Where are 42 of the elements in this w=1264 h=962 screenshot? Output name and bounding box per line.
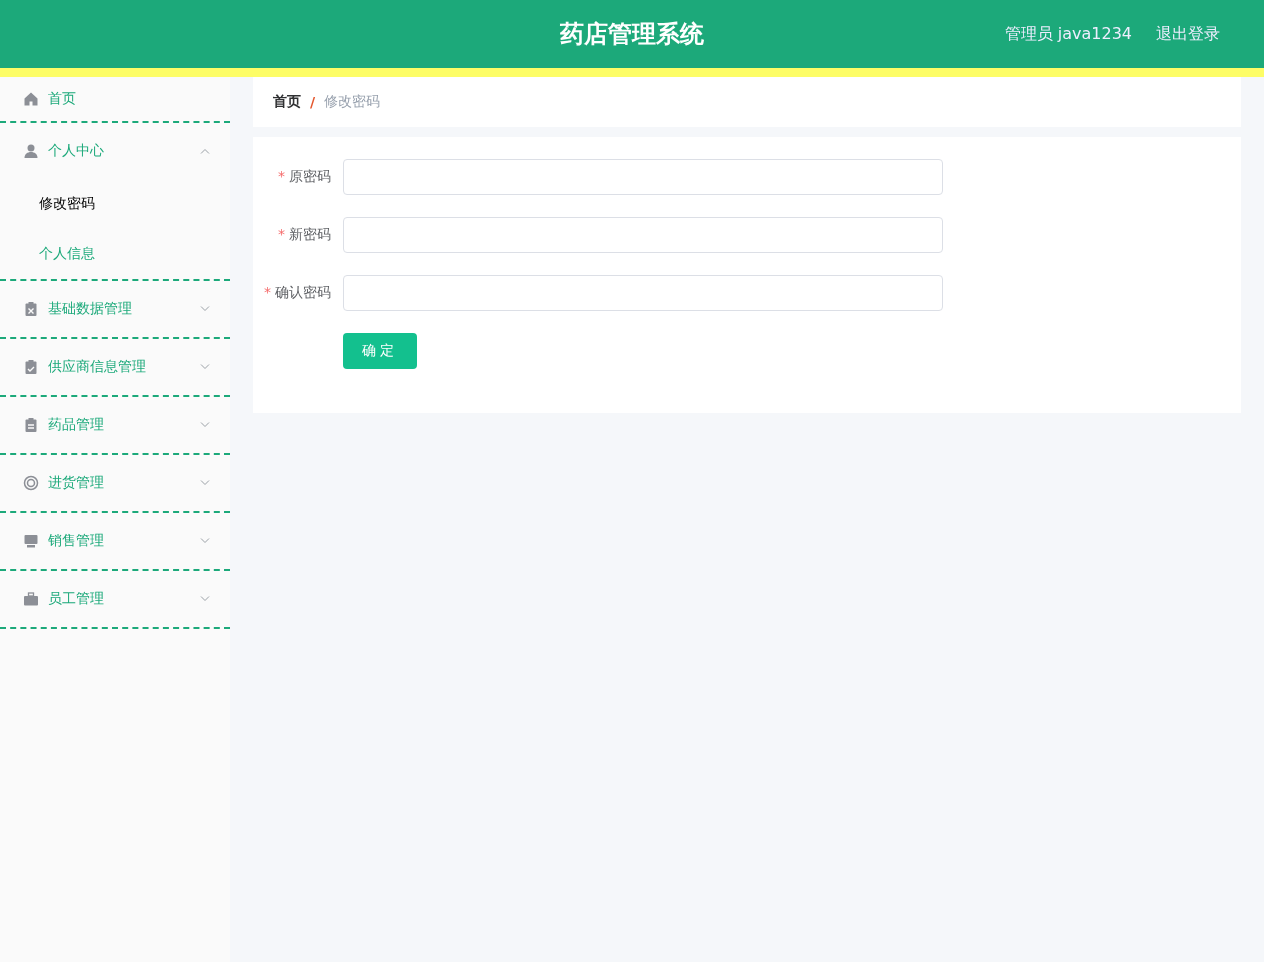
required-mark: * <box>278 226 285 242</box>
menu-item[interactable]: 首页 <box>0 77 230 121</box>
menu-label: 供应商信息管理 <box>48 358 147 376</box>
clipboard-icon <box>23 417 39 433</box>
app-title: 药店管理系统 <box>560 19 704 50</box>
menu-item[interactable]: 供应商信息管理 <box>0 339 230 395</box>
menu-item[interactable]: 销售管理 <box>0 513 230 569</box>
submenu-item[interactable]: 个人信息 <box>0 229 230 279</box>
ring-icon <box>23 475 39 491</box>
menu-item[interactable]: 基础数据管理 <box>0 281 230 337</box>
required-mark: * <box>278 168 285 184</box>
briefcase-icon <box>23 591 39 607</box>
menu-label: 基础数据管理 <box>48 300 133 318</box>
monitor-icon <box>23 533 39 549</box>
password-field[interactable] <box>343 159 943 195</box>
clipboard-icon <box>23 359 39 375</box>
menu-item[interactable]: 药品管理 <box>0 397 230 453</box>
menu-label: 药品管理 <box>48 416 105 434</box>
field-label: 确认密码 <box>275 284 331 300</box>
clipboard-icon <box>23 301 39 317</box>
menu-item[interactable]: 员工管理 <box>0 571 230 627</box>
submenu-item[interactable]: 修改密码 <box>0 179 230 229</box>
menu-item[interactable]: 进货管理 <box>0 455 230 511</box>
user-label: 管理员 java1234 <box>1004 23 1132 45</box>
menu-label: 进货管理 <box>48 474 105 492</box>
menu-label: 员工管理 <box>48 590 105 608</box>
menu-label: 个人中心 <box>48 142 105 160</box>
menu-label: 销售管理 <box>48 532 105 550</box>
home-icon <box>23 91 39 107</box>
menu-label: 首页 <box>48 90 77 108</box>
menu-item[interactable]: 个人中心 <box>0 123 230 179</box>
required-mark: * <box>264 284 271 300</box>
password-field[interactable] <box>343 275 943 311</box>
user-icon <box>23 143 39 159</box>
field-label: 原密码 <box>289 168 331 184</box>
breadcrumb-current: 修改密码 <box>324 93 381 111</box>
breadcrumb-link[interactable]: 首页 <box>273 93 301 111</box>
confirm-button[interactable]: 确定 <box>343 333 417 369</box>
password-field[interactable] <box>343 217 943 253</box>
field-label: 新密码 <box>289 226 331 242</box>
logout-link[interactable]: 退出登录 <box>1156 23 1220 45</box>
breadcrumb-separator: / <box>310 94 316 110</box>
